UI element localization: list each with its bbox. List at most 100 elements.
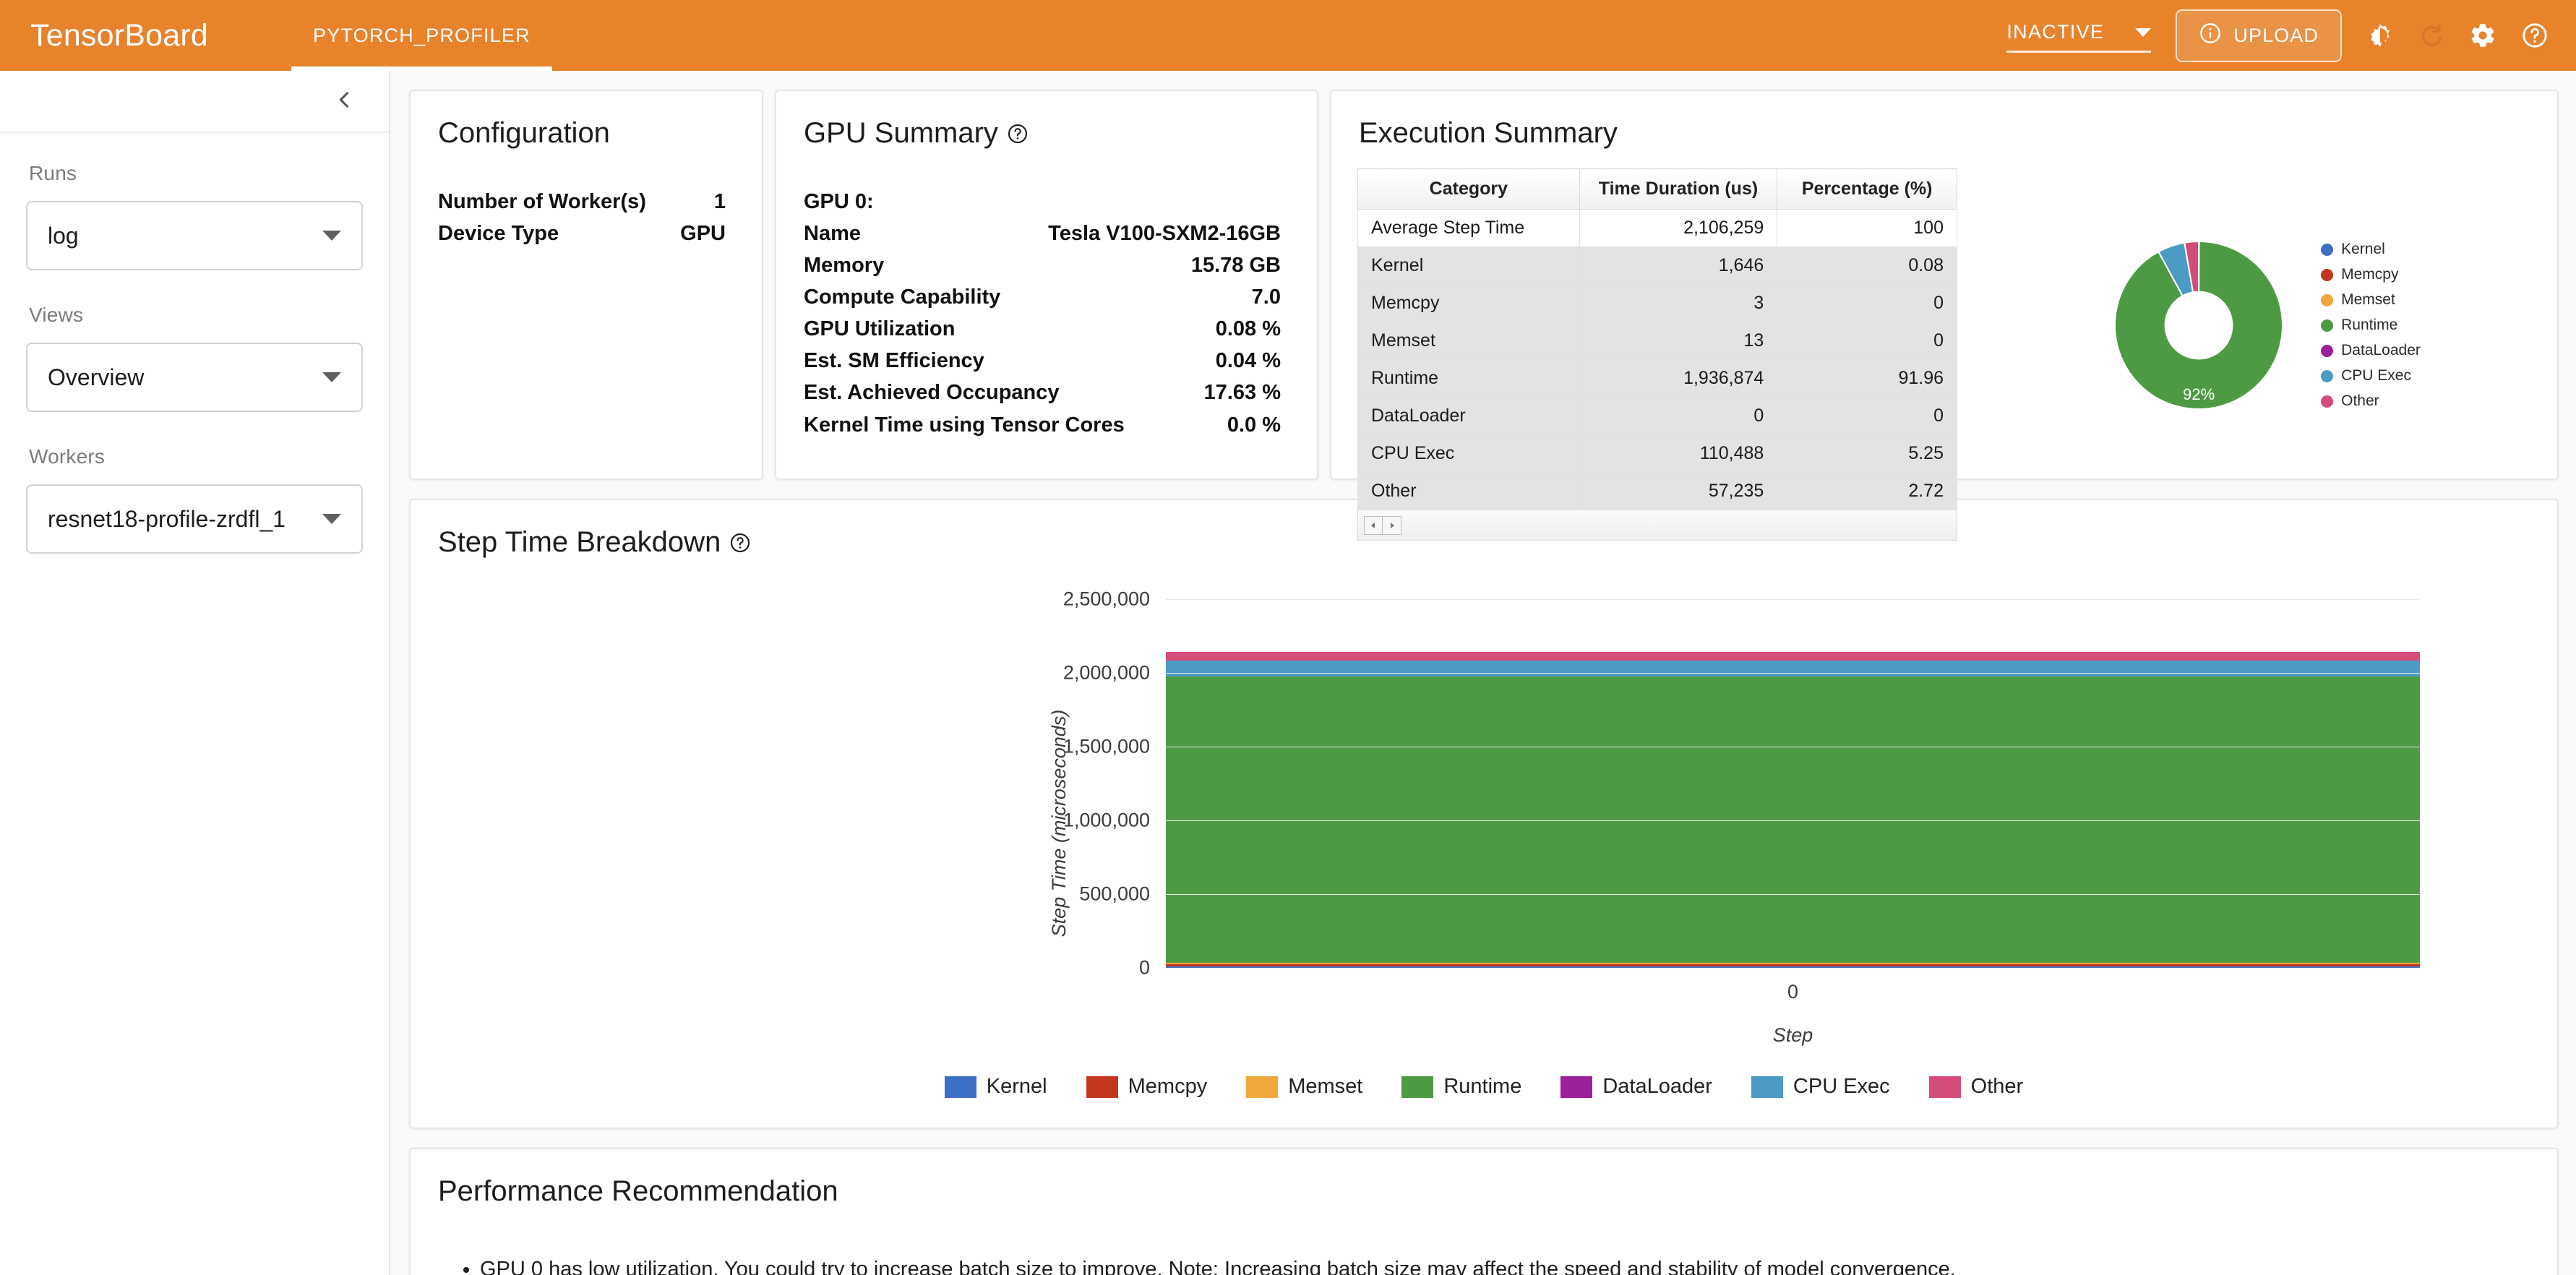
legend-item[interactable]: CPU Exec [2321, 367, 2421, 385]
legend-color-dot [2321, 243, 2334, 256]
legend-label: DataLoader [1602, 1075, 1712, 1098]
config-value: GPU [680, 222, 726, 246]
step-time-title-text: Step Time Breakdown [438, 526, 721, 558]
gpu-summary-card: GPU Summary GPU 0: Name Tesla V100-SXM2-… [775, 90, 1318, 480]
legend-item[interactable]: Runtime [1401, 1075, 1521, 1099]
header-tabs: PYTORCH_PROFILER [291, 0, 552, 71]
upload-button[interactable]: UPLOAD [2176, 9, 2342, 62]
y-tick-label: 2,500,000 [1062, 588, 1150, 610]
bar-segment-cpu-exec[interactable] [1166, 660, 2420, 677]
collapse-sidebar-icon[interactable] [332, 87, 357, 116]
chevron-down-icon [322, 372, 341, 382]
run-status-select[interactable]: INACTIVE [2006, 18, 2152, 53]
cell-category: Other [1357, 472, 1580, 510]
gridline [1166, 968, 2420, 969]
legend-color-dot [2321, 319, 2334, 332]
gpu-value: 15.78 GB [1190, 254, 1281, 278]
legend-item[interactable]: CPU Exec [1751, 1075, 1890, 1099]
gpu-value: 0.08 % [1215, 317, 1281, 341]
help-icon[interactable] [1007, 123, 1029, 145]
legend-label: Memcpy [1128, 1075, 1208, 1098]
runs-label: Runs [29, 162, 77, 184]
cell-category: Runtime [1357, 359, 1580, 398]
help-icon[interactable] [2521, 22, 2549, 49]
legend-item[interactable]: Kernel [944, 1075, 1047, 1099]
configuration-title: Configuration [438, 117, 610, 149]
legend-item[interactable]: DataLoader [1560, 1075, 1712, 1099]
legend-item[interactable]: Runtime [2321, 317, 2421, 334]
cell-percentage: 0 [1777, 322, 1957, 360]
execution-summary-title: Execution Summary [1359, 117, 1618, 149]
cell-duration: 57,235 [1579, 472, 1778, 510]
column-header-percentage[interactable]: Percentage (%) [1777, 168, 1957, 210]
execution-summary-table: Category Time Duration (us) Percentage (… [1357, 168, 1957, 510]
legend-color-swatch [1751, 1076, 1783, 1098]
runs-select[interactable]: log [26, 201, 363, 270]
y-tick-label: 0 [1138, 956, 1150, 979]
legend-item[interactable]: Other [2321, 392, 2421, 410]
configuration-list: Number of Worker(s) 1 Device Type GPU [411, 150, 762, 249]
config-key: Device Type [438, 222, 559, 246]
bar-segment-other[interactable] [1166, 652, 2420, 661]
legend-item[interactable]: DataLoader [2321, 342, 2421, 359]
legend-item[interactable]: Kernel [2321, 241, 2421, 258]
cell-category: Average Step Time [1357, 209, 1580, 247]
table-row[interactable]: Runtime 1,936,874 91.96 [1357, 359, 1957, 398]
column-header-duration[interactable]: Time Duration (us) [1579, 168, 1778, 210]
cell-percentage: 0 [1777, 284, 1957, 322]
stacked-bar[interactable] [1166, 652, 2420, 968]
bar-segment-runtime[interactable] [1166, 677, 2420, 963]
gear-icon[interactable] [2469, 22, 2496, 49]
legend-item[interactable]: Memcpy [2321, 266, 2421, 283]
gpu-value: 0.04 % [1215, 349, 1281, 373]
cell-duration: 1,936,874 [1579, 359, 1778, 398]
legend-label: CPU Exec [1793, 1075, 1890, 1098]
table-row[interactable]: Memset 13 0 [1357, 322, 1957, 360]
workers-select[interactable]: resnet18-profile-zrdfl_1 [26, 484, 363, 554]
tab-pytorch-profiler[interactable]: PYTORCH_PROFILER [291, 0, 552, 71]
legend-color-dot [2321, 293, 2334, 306]
legend-item[interactable]: Memset [1246, 1075, 1362, 1099]
legend-color-swatch [1086, 1076, 1118, 1098]
legend-label: DataLoader [2341, 342, 2421, 359]
gpu-key: GPU Utilization [804, 317, 956, 341]
arrow-left-icon[interactable] [1364, 515, 1383, 535]
table-row[interactable]: DataLoader 0 0 [1357, 397, 1957, 435]
y-tick-label: 500,000 [1079, 883, 1150, 905]
gpu-summary-title-text: GPU Summary [804, 117, 998, 149]
gridline [1166, 673, 2420, 674]
table-row[interactable]: Kernel 1,646 0.08 [1357, 246, 1957, 285]
cell-duration: 13 [1579, 322, 1778, 360]
table-row[interactable]: CPU Exec 110,488 5.25 [1357, 434, 1957, 473]
y-tick-label: 2,000,000 [1062, 661, 1150, 684]
legend-color-swatch [1560, 1076, 1593, 1098]
workers-label: Workers [29, 445, 106, 468]
legend-item[interactable]: Other [1928, 1075, 2023, 1099]
summary-cards-row: Configuration Number of Worker(s) 1 Devi… [409, 90, 2559, 541]
gpu-row: Name Tesla V100-SXM2-16GB [804, 218, 1281, 249]
legend-label: Kernel [2341, 241, 2385, 257]
workers-value: resnet18-profile-zrdfl_1 [48, 505, 286, 532]
cell-category: Kernel [1357, 246, 1580, 285]
help-icon[interactable] [729, 532, 751, 554]
cell-percentage: 91.96 [1777, 359, 1957, 398]
table-row[interactable]: Memcpy 3 0 [1357, 284, 1957, 322]
arrow-right-icon[interactable] [1383, 515, 1401, 535]
legend-label: Runtime [2341, 317, 2398, 333]
table-row[interactable]: Other 57,235 2.72 [1357, 472, 1957, 510]
legend-item[interactable]: Memcpy [1086, 1075, 1208, 1099]
cell-duration: 2,106,259 [1579, 209, 1778, 247]
table-row[interactable]: Average Step Time 2,106,259 100 [1357, 209, 1957, 247]
legend-color-dot [2321, 395, 2334, 408]
brightness-icon[interactable] [2366, 22, 2394, 49]
gpu-row: Kernel Time using Tensor Cores 0.0 % [804, 409, 1281, 441]
views-select[interactable]: Overview [26, 343, 363, 412]
column-header-category[interactable]: Category [1357, 168, 1580, 210]
main-content: Configuration Number of Worker(s) 1 Devi… [390, 71, 2576, 1275]
gpu-device-heading: GPU 0: [804, 190, 874, 213]
cell-category: Memcpy [1357, 284, 1580, 322]
app-brand: TensorBoard [30, 17, 209, 53]
sidebar: Runs log Views Overview Workers resnet18… [0, 71, 390, 1275]
refresh-icon[interactable] [2418, 22, 2444, 48]
legend-item[interactable]: Memset [2321, 291, 2421, 309]
